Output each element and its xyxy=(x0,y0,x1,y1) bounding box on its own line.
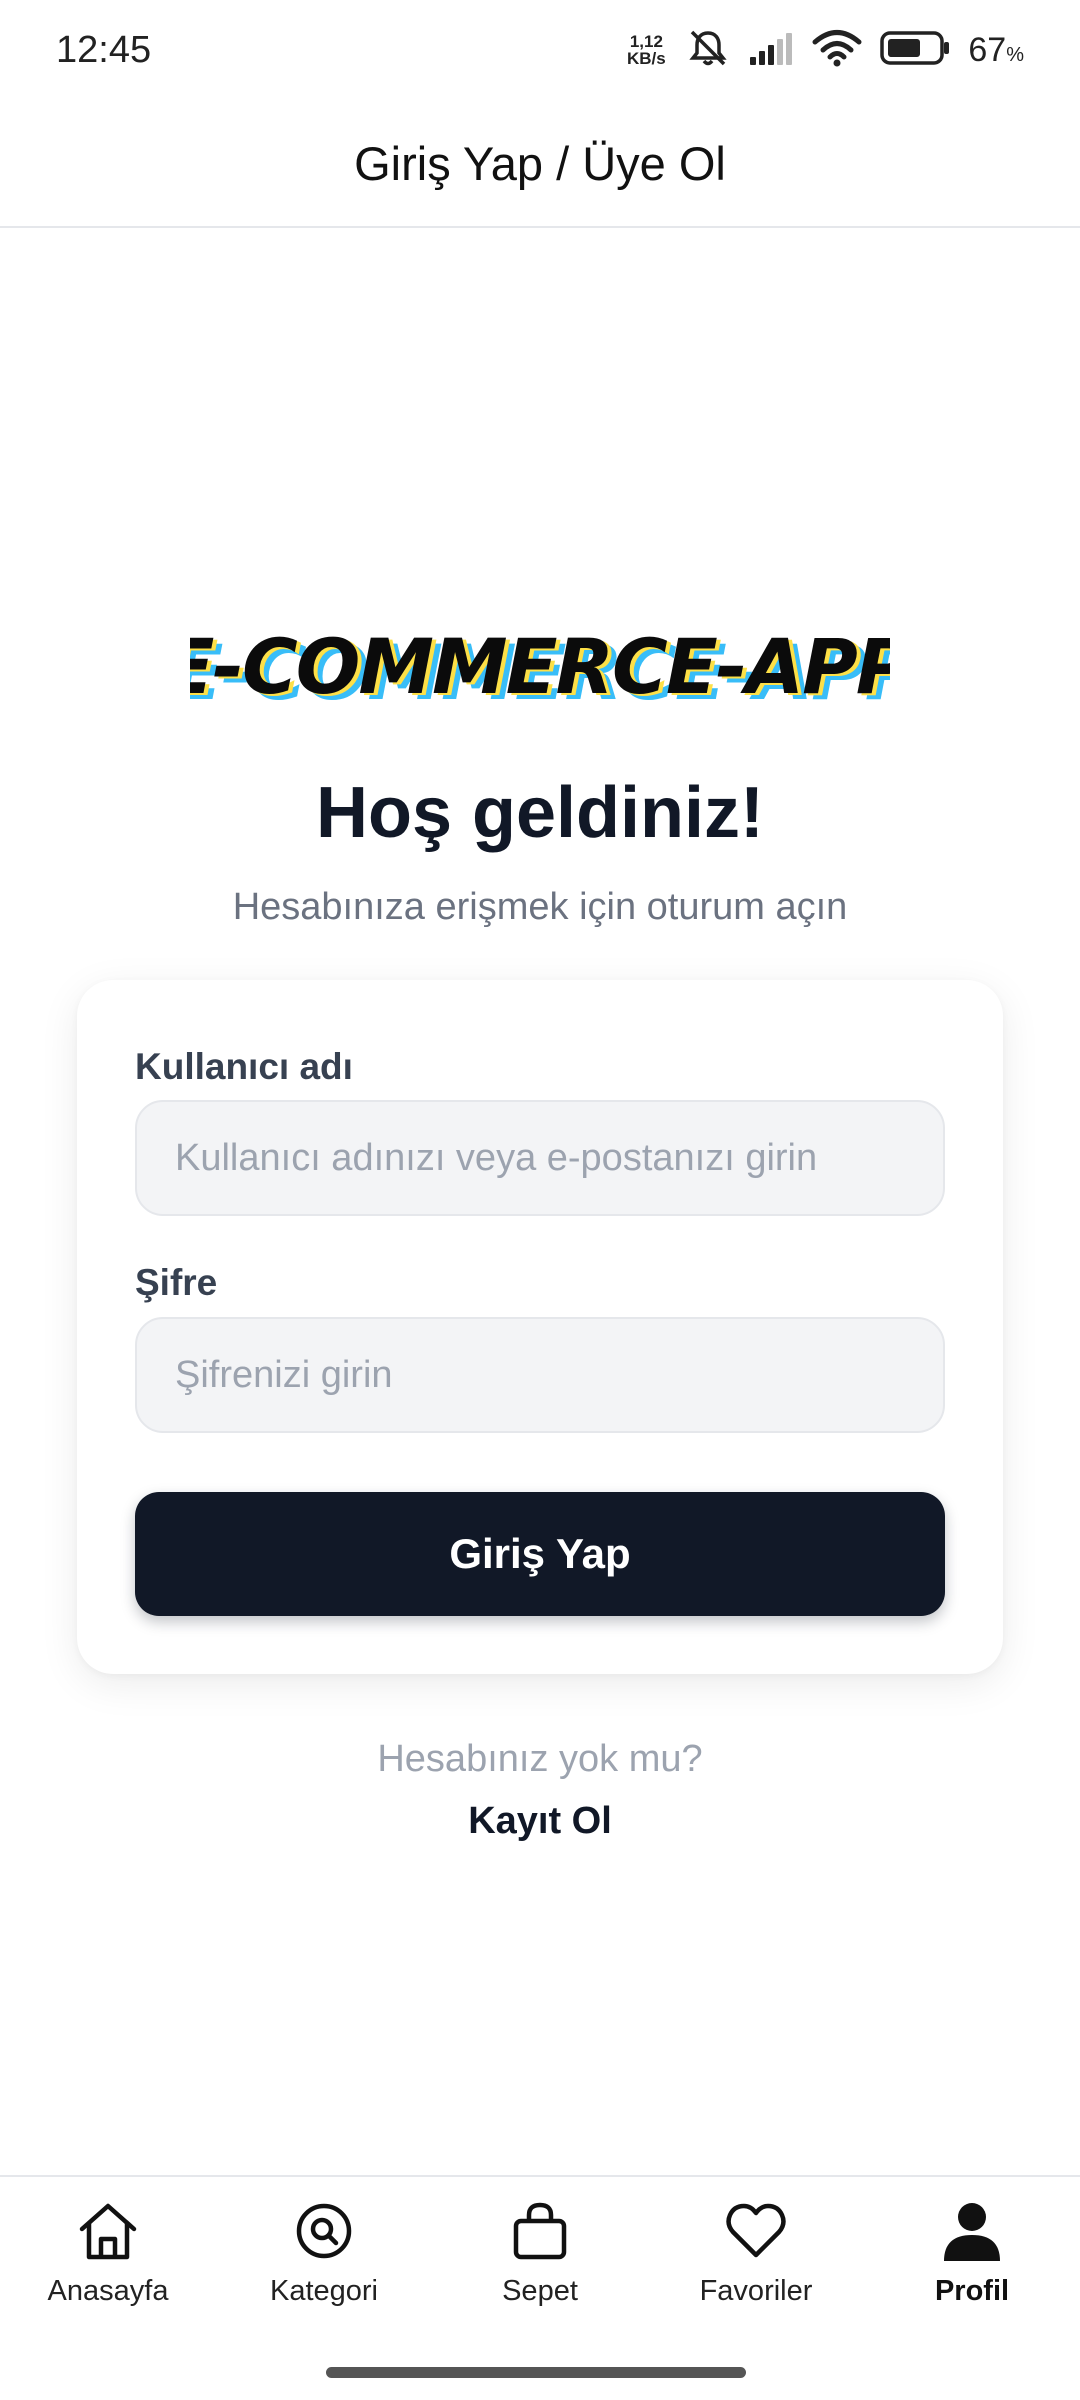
username-input[interactable] xyxy=(135,1100,945,1216)
login-card: Kullanıcı adı Şifre Giriş Yap xyxy=(77,980,1003,1674)
network-speed-value: 1,12 xyxy=(629,32,663,51)
network-speed-unit: KB/s xyxy=(627,49,666,68)
battery-percent: 67% xyxy=(968,31,1024,70)
app-header: Giriş Yap / Üye Ol xyxy=(0,100,1080,228)
bottom-nav: Anasayfa Kategori Sepet Favoriler Profil xyxy=(0,2175,1080,2345)
nav-item-category[interactable]: Kategori xyxy=(216,2177,432,2345)
password-label: Şifre xyxy=(135,1262,218,1303)
login-button[interactable]: Giriş Yap xyxy=(135,1492,945,1616)
status-icons: 1,12 KB/s 67% xyxy=(624,28,1024,73)
svg-text:E-COMMERCE-APP: E-COMMERCE-APP xyxy=(190,622,890,711)
status-bar: 12:45 1,12 KB/s 67% xyxy=(0,0,1080,100)
username-label: Kullanıcı adı xyxy=(135,1046,353,1087)
app-logo-graphic: E-COMMERCE-APP E-COMMERCE-APP E-COMMERCE… xyxy=(190,622,890,717)
battery-icon xyxy=(880,30,950,71)
page-title: Giriş Yap / Üye Ol xyxy=(354,136,726,190)
login-screen: 12:45 1,12 KB/s 67% Giriş Yap / Üye Ol E… xyxy=(0,0,1080,2400)
register-link[interactable]: Kayıt Ol xyxy=(0,1800,1080,1843)
nav-item-cart[interactable]: Sepet xyxy=(432,2177,648,2345)
nav-label-profile: Profil xyxy=(934,2275,1010,2307)
nav-label-home: Anasayfa xyxy=(47,2275,169,2307)
welcome-title: Hoş geldiniz! xyxy=(316,773,764,853)
heart-icon xyxy=(724,2199,788,2263)
battery-percent-value: 67 xyxy=(968,30,1007,69)
nav-item-favorites[interactable]: Favoriler xyxy=(648,2177,864,2345)
bag-icon xyxy=(508,2199,572,2263)
battery-percent-symbol: % xyxy=(1006,43,1024,66)
signal-icon xyxy=(748,31,794,70)
bell-muted-icon xyxy=(686,28,730,73)
welcome-subtitle: Hesabınıza erişmek için oturum açın xyxy=(232,886,848,928)
nav-label-favorites: Favoriler xyxy=(699,2275,813,2307)
no-account-text: Hesabınız yok mu? xyxy=(377,1738,703,1780)
network-speed: 1,12 KB/s xyxy=(624,33,668,67)
nav-item-profile[interactable]: Profil xyxy=(864,2177,1080,2345)
nav-label-category: Kategori xyxy=(269,2275,378,2307)
nav-label-cart: Sepet xyxy=(502,2275,578,2307)
person-icon xyxy=(940,2199,1004,2263)
home-icon xyxy=(76,2199,140,2263)
app-logo: E-COMMERCE-APP E-COMMERCE-APP E-COMMERCE… xyxy=(0,615,1080,735)
status-time: 12:45 xyxy=(56,28,152,71)
password-input[interactable] xyxy=(135,1317,945,1433)
home-indicator[interactable] xyxy=(326,2367,746,2378)
nav-item-home[interactable]: Anasayfa xyxy=(0,2177,216,2345)
search-icon xyxy=(292,2199,356,2263)
wifi-icon xyxy=(812,29,862,72)
